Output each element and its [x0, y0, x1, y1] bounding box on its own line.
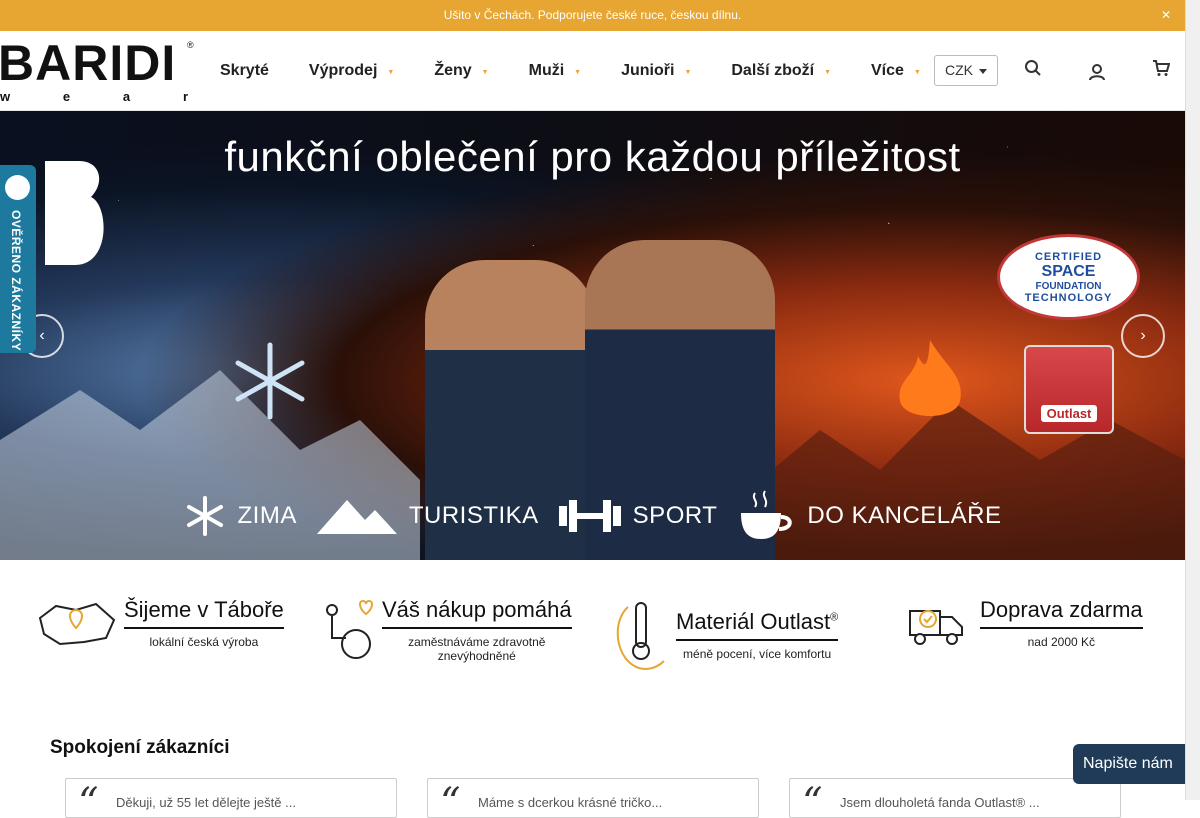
chevron-down-icon: ▼ — [684, 69, 692, 76]
verified-seal-icon — [5, 175, 30, 200]
hero-category-do-kancelare[interactable]: DO KANCELÁŘE — [737, 489, 1001, 543]
review-card[interactable]: “ Máme s dcerkou krásné tričko... — [427, 778, 759, 818]
nav-label: Další zboží — [731, 62, 815, 79]
nav-label: Ženy — [434, 62, 472, 79]
chevron-down-icon: ▼ — [824, 69, 831, 76]
quote-icon: “ — [802, 780, 823, 818]
badge-text: SPACE — [1041, 262, 1096, 280]
review-text: Jsem dlouholetá fanda Outlast® ... — [840, 795, 1040, 810]
hero-category-sport[interactable]: SPORT — [558, 500, 718, 532]
outlast-badge: Outlast — [1024, 345, 1114, 434]
nav-item-zeny[interactable]: Ženy ▼ — [434, 62, 488, 80]
verified-reviews-tab[interactable]: OVĚŘENO ZÁKAZNÍKY — [0, 165, 36, 353]
nav-label: Junioři — [621, 62, 675, 79]
currency-select[interactable]: CZK — [934, 55, 998, 86]
hero-category-zima[interactable]: ZIMA — [184, 495, 297, 537]
carousel-next-button[interactable]: › — [1121, 314, 1165, 358]
verified-reviews-label: OVĚŘENO ZÁKAZNÍKY — [9, 210, 23, 352]
chevron-down-icon: ▼ — [387, 69, 395, 76]
cart-icon[interactable] — [1152, 59, 1170, 77]
usp-title: Doprava zdarma — [980, 597, 1143, 629]
logo-subtitle: w e a r — [0, 89, 190, 104]
announcement-text: Ušito v Čechách. Podporujete české ruce,… — [443, 8, 742, 22]
nav-item-vice[interactable]: Více ▼ — [871, 62, 921, 80]
chevron-right-icon: › — [1140, 327, 1146, 344]
announcement-bar: Ušito v Čechách. Podporujete české ruce,… — [0, 0, 1185, 31]
main-nav: Skryté Výprodej ▼ Ženy ▼ Muži ▼ Junioři ▼ Da… — [220, 31, 961, 111]
nav-label: Muži — [528, 62, 565, 79]
quote-icon: “ — [440, 780, 461, 818]
logo[interactable]: BARIDI ® w e a r — [0, 35, 196, 104]
chevron-down-icon: ▼ — [913, 69, 921, 76]
nav-item-skryte[interactable]: Skryté — [220, 62, 269, 80]
dumbbell-icon — [558, 500, 621, 532]
thermometer-icon — [616, 602, 665, 670]
usp-free-shipping: Doprava zdarma nad 2000 Kč — [898, 597, 1143, 649]
hero-category-label: DO KANCELÁŘE — [807, 502, 1002, 529]
hero-category-label: SPORT — [632, 502, 718, 529]
chevron-left-icon: ‹ — [39, 327, 45, 344]
mountain-icon — [316, 500, 397, 534]
badge-text: CERTIFIED — [1034, 250, 1103, 263]
quote-icon: “ — [78, 780, 99, 818]
logo-wordmark: BARIDI — [0, 35, 177, 91]
close-icon[interactable]: ✕ — [1161, 0, 1171, 31]
logo-registered-mark: ® — [187, 40, 194, 50]
badge-text: TECHNOLOGY — [1024, 291, 1113, 304]
usp-title: Váš nákup pomáhá — [382, 597, 572, 629]
nav-item-dalsi-zbozi[interactable]: Další zboží ▼ — [731, 62, 831, 80]
hero-category-turistika[interactable]: TURISTIKA — [316, 496, 539, 536]
usp-subtitle: méně pocení, více komfortu — [683, 646, 832, 661]
coffee-cup-icon — [741, 490, 793, 539]
outlast-badge-label: Outlast — [1040, 405, 1098, 422]
hero-category-label: ZIMA — [237, 502, 297, 529]
scrollbar[interactable] — [1185, 0, 1200, 800]
usp-title: Šijeme v Táboře — [124, 597, 284, 629]
nav-item-vyprodej[interactable]: Výprodej ▼ — [309, 62, 394, 80]
usp-subtitle: nad 2000 Kč — [1027, 635, 1096, 649]
nav-item-muzi[interactable]: Muži ▼ — [529, 62, 581, 80]
hero-banner[interactable]: funkční oblečení pro každou příležitost … — [0, 111, 1185, 560]
chevron-down-icon: ▼ — [574, 69, 582, 76]
logo-letter: r — [182, 89, 190, 104]
flame-icon — [899, 340, 961, 416]
chevron-down-icon: ▼ — [481, 69, 489, 76]
nav-label: Skryté — [220, 62, 269, 79]
reviews-title: Spokojení zákazníci — [50, 737, 230, 758]
hero-title: funkční oblečení pro každou příležitost — [224, 133, 961, 180]
registered-mark: ® — [830, 611, 839, 624]
review-card[interactable]: “ Děkuji, už 55 let dělejte ještě ... — [65, 778, 397, 818]
wheelchair-heart-icon — [326, 600, 374, 660]
review-card[interactable]: “ Jsem dlouholetá fanda Outlast® ... — [789, 778, 1121, 818]
nav-label: Více — [871, 62, 904, 79]
usp-outlast-material: Materiál Outlast® méně pocení, více komf… — [612, 597, 839, 673]
delivery-truck-icon — [909, 610, 963, 646]
user-icon[interactable] — [1088, 63, 1106, 81]
snowflake-icon — [235, 342, 305, 420]
review-text: Děkuji, už 55 let dělejte ještě ... — [116, 795, 296, 810]
usp-subtitle: lokální česká výroba — [149, 635, 259, 649]
usp-title: Materiál Outlast® — [676, 608, 839, 641]
usp-subtitle: zaměstnáváme zdravotně znevýhodněné — [408, 635, 546, 664]
usp-purchase-helps: Váš nákup pomáhá zaměstnáváme zdravotně … — [316, 597, 572, 664]
nav-item-juniori[interactable]: Junioři ▼ — [621, 62, 691, 80]
currency-value: CZK — [945, 62, 973, 78]
chat-button[interactable]: Napište nám — [1073, 744, 1185, 784]
logo-letter: a — [122, 89, 133, 104]
space-foundation-badge: CERTIFIED SPACE FOUNDATION TECHNOLOGY — [997, 234, 1140, 320]
hero-categories: ZIMA TURISTIKA SPORT DO KANCELÁŘE — [0, 489, 1185, 543]
search-icon[interactable] — [1024, 59, 1042, 77]
snowflake-icon — [186, 496, 223, 536]
chevron-down-icon — [979, 69, 987, 74]
site-header: BARIDI ® w e a r Skryté Výprodej ▼ Ženy ▼ … — [0, 31, 1185, 111]
logo-letter: w — [0, 89, 13, 104]
czech-map-pin-icon — [38, 603, 116, 646]
nav-label: Výprodej — [308, 62, 378, 79]
hero-category-label: TURISTIKA — [408, 502, 539, 529]
review-text: Máme s dcerkou krásné tričko... — [478, 795, 663, 810]
usp-title-text: Materiál Outlast — [676, 608, 831, 634]
badge-text: FOUNDATION — [1035, 280, 1102, 292]
logo-letter: e — [62, 89, 73, 104]
usp-made-in-tabor: Šijeme v Táboře lokální česká výroba — [36, 597, 284, 649]
